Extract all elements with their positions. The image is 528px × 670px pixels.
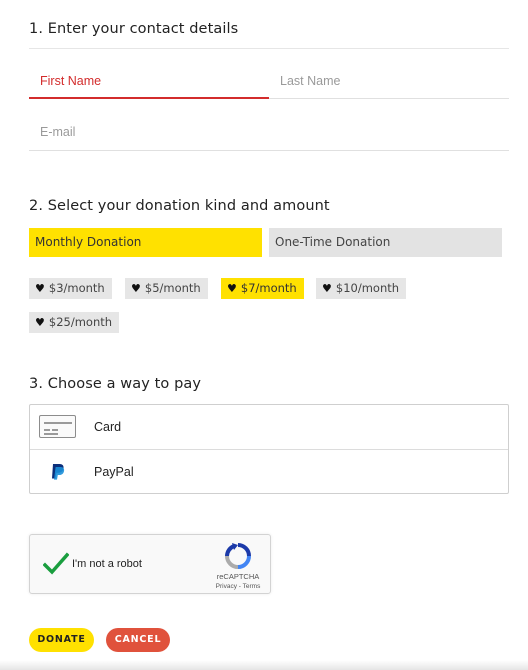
heart-icon: ♥	[35, 316, 45, 329]
payment-options: Card PayPal	[29, 404, 509, 494]
credit-card-icon	[39, 415, 76, 438]
recaptcha-brand: reCAPTCHA	[216, 572, 260, 581]
email-underline	[29, 150, 509, 151]
pay-paypal-option[interactable]: PayPal	[30, 450, 508, 494]
recaptcha-logo-icon	[225, 543, 251, 569]
contact-divider	[29, 48, 509, 49]
cancel-button[interactable]: CANCEL	[106, 628, 170, 652]
bottom-shadow	[0, 660, 528, 670]
heart-icon: ♥	[35, 282, 45, 295]
contact-section-title: 1. Enter your contact details	[29, 21, 239, 37]
monthly-donation-tab[interactable]: Monthly Donation	[29, 228, 262, 257]
recaptcha-privacy-terms-link[interactable]: Privacy - Terms	[210, 583, 266, 590]
first-name-field[interactable]: First Name	[40, 74, 101, 88]
checkmark-icon[interactable]	[43, 552, 69, 576]
paypal-icon	[52, 464, 65, 480]
amount-3-button[interactable]: ♥ $3/month	[29, 278, 112, 299]
heart-icon: ♥	[227, 282, 237, 295]
recaptcha-label: I'm not a robot	[72, 558, 142, 570]
first-name-underline	[29, 97, 269, 99]
last-name-field[interactable]: Last Name	[280, 74, 340, 88]
pay-card-option[interactable]: Card	[30, 405, 508, 449]
amount-7-button[interactable]: ♥ $7/month	[221, 278, 304, 299]
last-name-underline	[269, 98, 509, 99]
pay-paypal-label: PayPal	[94, 465, 134, 479]
amount-5-button[interactable]: ♥ $5/month	[125, 278, 208, 299]
recaptcha-widget: I'm not a robot reCAPTCHA Privacy - Term…	[29, 534, 271, 594]
pay-card-label: Card	[94, 420, 122, 434]
amount-25-button[interactable]: ♥ $25/month	[29, 312, 120, 333]
payment-section-title: 3. Choose a way to pay	[29, 376, 202, 392]
one-time-donation-tab[interactable]: One-Time Donation	[269, 228, 502, 257]
heart-icon: ♥	[322, 282, 332, 295]
amount-10-button[interactable]: ♥ $10/month	[316, 278, 407, 299]
email-field[interactable]: E-mail	[40, 125, 75, 139]
donation-section-title: 2. Select your donation kind and amount	[29, 198, 330, 214]
donate-button[interactable]: DONATE	[29, 628, 94, 652]
heart-icon: ♥	[131, 282, 141, 295]
